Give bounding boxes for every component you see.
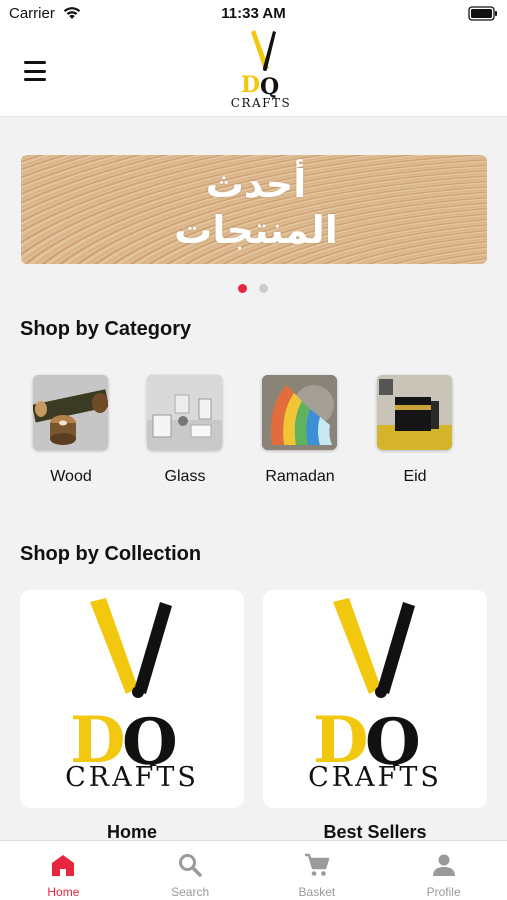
tab-basket[interactable]: Basket <box>254 841 381 900</box>
category-eid-label: Eid <box>403 468 427 485</box>
banner-text: أحدث المنتجات <box>141 161 371 253</box>
category-eid-image <box>377 375 452 450</box>
status-bar: Carrier 11:33 AM <box>0 0 507 28</box>
category-wood[interactable]: Wood <box>21 372 121 490</box>
menu-line-icon <box>24 69 46 73</box>
svg-text:D: D <box>313 703 369 766</box>
collection-home-logo-text: CRAFTS <box>65 762 199 793</box>
category-eid[interactable]: Eid <box>365 372 465 490</box>
person-icon <box>432 854 455 876</box>
bottom-tab-bar: Home Search Basket Profile <box>0 840 507 900</box>
category-glass-label: Glass <box>164 468 206 485</box>
category-ramadan[interactable]: Ramadan <box>250 372 350 490</box>
menu-line-icon <box>24 78 46 81</box>
category-ramadan-image <box>262 375 337 450</box>
collection-card-home[interactable]: D Q CRAFTS <box>20 590 244 808</box>
category-glass-image <box>147 375 222 450</box>
tab-home-label: Home <box>47 885 80 899</box>
tab-home[interactable]: Home <box>0 841 127 900</box>
category-list: Wood Glass Ramadan Eid <box>0 372 507 492</box>
app-header: Carrier 11:33 AM D Q CRAFTS <box>0 0 507 117</box>
svg-text:Q: Q <box>122 705 178 766</box>
banner-line-1: أحدث <box>205 162 307 206</box>
status-time: 11:33 AM <box>221 5 286 22</box>
scissors-logo-icon: D Q <box>70 598 178 766</box>
promo-banner[interactable]: أحدث المنتجات <box>21 155 487 264</box>
logo-crafts-text: CRAFTS <box>230 96 292 110</box>
tab-search-label: Search <box>171 885 210 899</box>
tab-basket-label: Basket <box>298 885 336 899</box>
cart-icon <box>304 853 330 876</box>
home-icon <box>52 855 75 876</box>
banner-line-2: المنتجات <box>174 208 338 252</box>
collection-card-best-sellers[interactable]: D Q CRAFTS <box>263 590 487 808</box>
scissors-logo-icon: D Q <box>241 30 279 100</box>
carousel-dot-1[interactable] <box>238 284 247 293</box>
category-section-title: Shop by Category <box>20 318 192 340</box>
svg-text:D: D <box>241 72 260 98</box>
collection-best-sellers-logo-text: CRAFTS <box>308 762 442 793</box>
scissors-logo-icon: D Q <box>313 598 421 766</box>
menu-button[interactable] <box>18 58 52 84</box>
category-wood-image <box>33 375 108 450</box>
tab-profile[interactable]: Profile <box>380 841 507 900</box>
carousel-dots <box>238 284 270 293</box>
tab-search[interactable]: Search <box>127 841 254 900</box>
search-icon <box>179 854 202 877</box>
carousel-dot-2[interactable] <box>259 284 268 293</box>
category-ramadan-label: Ramadan <box>265 468 335 485</box>
svg-text:D: D <box>70 703 126 766</box>
tab-profile-label: Profile <box>426 885 461 899</box>
category-glass[interactable]: Glass <box>135 372 235 490</box>
menu-line-icon <box>24 61 46 64</box>
brand-logo[interactable]: D Q CRAFTS <box>229 28 293 112</box>
battery-icon <box>468 6 497 21</box>
collection-section-title: Shop by Collection <box>20 543 202 565</box>
category-wood-label: Wood <box>50 468 92 485</box>
svg-text:Q: Q <box>260 74 279 98</box>
svg-text:Q: Q <box>365 705 421 766</box>
